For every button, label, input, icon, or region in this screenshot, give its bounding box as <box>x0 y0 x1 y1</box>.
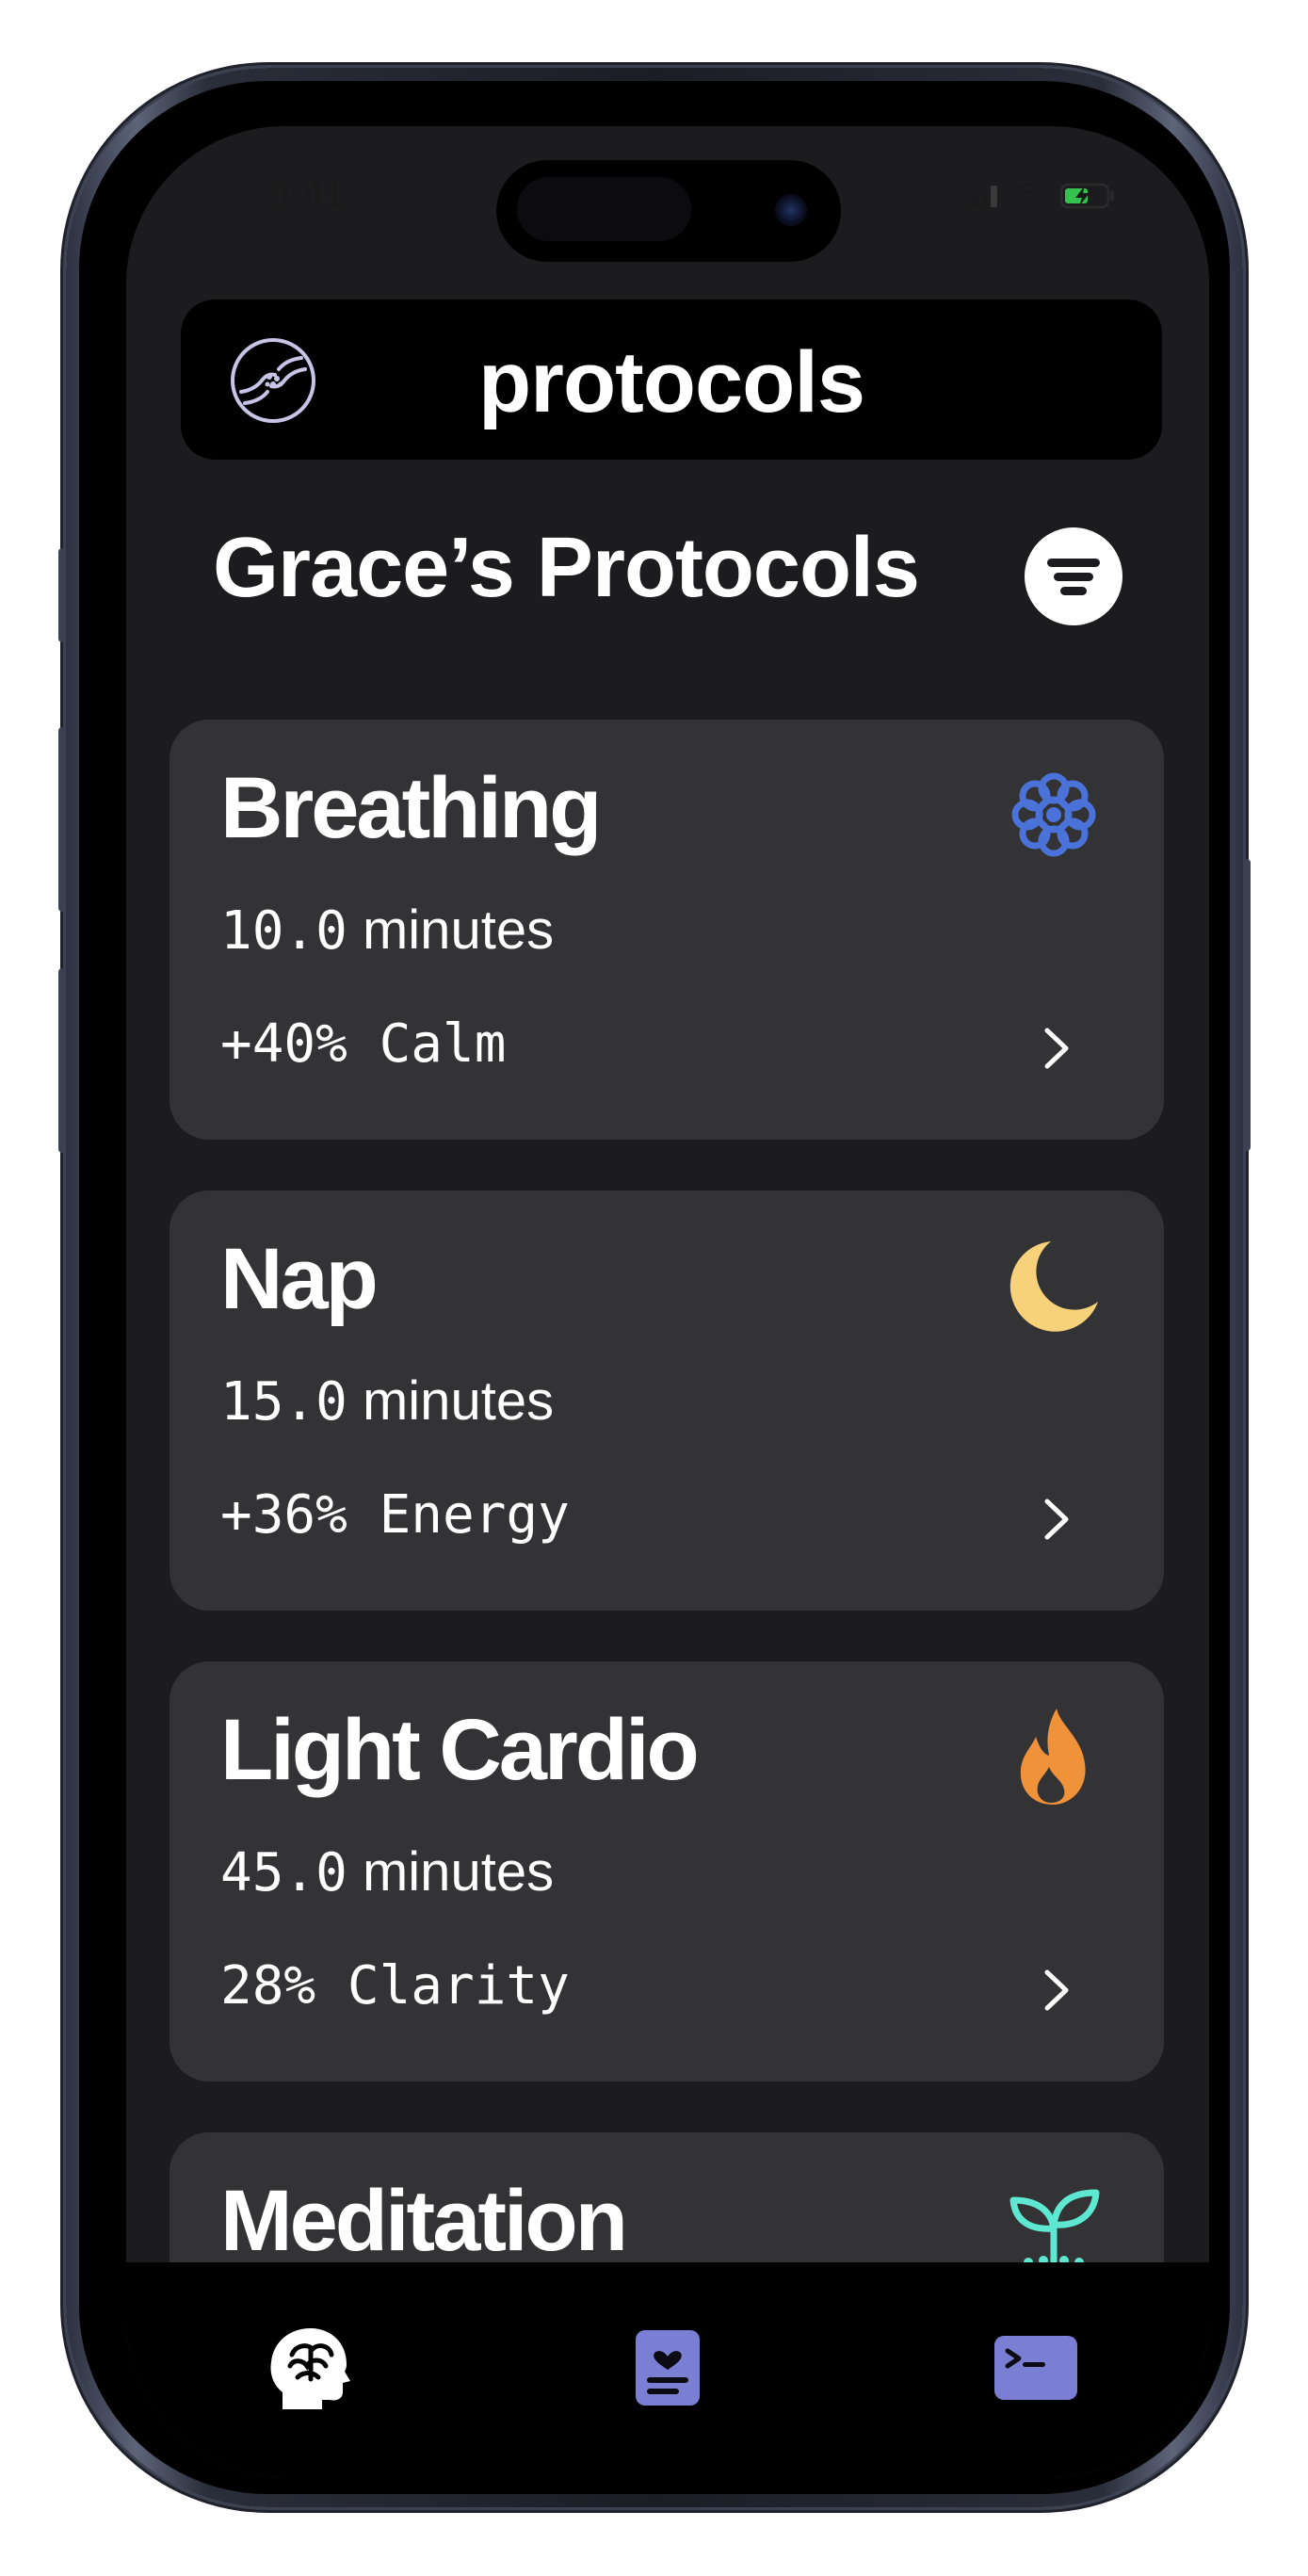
filter-button[interactable] <box>1025 527 1122 625</box>
protocol-name: Light Cardio <box>220 1702 700 1798</box>
protocol-effect: +40% Calm <box>220 1013 507 1075</box>
protocol-duration: 10.0 minutes <box>220 899 554 962</box>
protocol-duration: 15.0 minutes <box>220 1369 554 1433</box>
filter-lines-icon <box>1047 559 1100 567</box>
chevron-right-icon[interactable] <box>1038 1023 1075 1074</box>
screen: 9:41 protocols Grace’s Protocols Breathi… <box>126 126 1209 2477</box>
protocol-card-nap[interactable]: Nap 15.0 minutes +36% Energy <box>170 1191 1164 1611</box>
volume-down-button <box>58 968 66 1153</box>
protocol-name: Breathing <box>220 760 602 856</box>
journal-heart-icon[interactable] <box>624 2325 711 2411</box>
moon-icon <box>1009 1241 1098 1332</box>
chevron-right-icon[interactable] <box>1038 1494 1075 1545</box>
terminal-icon[interactable] <box>989 2325 1083 2411</box>
duration-value: 15.0 <box>220 1371 347 1433</box>
duration-unit: minutes <box>362 899 555 961</box>
protocol-effect: 28% Clarity <box>220 1955 570 2017</box>
power-button <box>1243 859 1251 1151</box>
dynamic-island <box>496 160 841 262</box>
protocol-card-breathing[interactable]: Breathing 10.0 minutes +40% Calm <box>170 720 1164 1140</box>
page-title: Grace’s Protocols <box>213 521 920 615</box>
volume-up-button <box>58 727 66 912</box>
protocol-name: Nap <box>220 1231 379 1327</box>
flower-icon <box>1011 772 1096 857</box>
bezel: 9:41 protocols Grace’s Protocols Breathi… <box>79 81 1230 2494</box>
protocol-effect: +36% Energy <box>220 1484 570 1546</box>
protocol-duration: 45.0 minutes <box>220 1840 554 1904</box>
protocol-name: Meditation <box>220 2173 628 2269</box>
brain-head-icon[interactable] <box>266 2325 352 2411</box>
status-icons <box>962 183 1117 209</box>
cellular-signal-icon <box>962 186 997 207</box>
chevron-right-icon[interactable] <box>1038 1965 1075 2016</box>
status-time: 9:41 <box>269 175 346 215</box>
app-header: protocols <box>181 300 1162 460</box>
tab-bar <box>126 2262 1209 2477</box>
protocol-card-light-cardio[interactable]: Light Cardio 45.0 minutes 28% Clarity <box>170 1661 1164 2082</box>
phone-frame: 9:41 protocols Grace’s Protocols Breathi… <box>58 68 1251 2507</box>
duration-value: 10.0 <box>220 900 347 962</box>
front-camera <box>775 194 807 226</box>
battery-charging-icon <box>1060 183 1114 209</box>
island-sensor <box>517 177 691 241</box>
action-button <box>58 548 66 642</box>
duration-value: 45.0 <box>220 1842 347 1904</box>
duration-unit: minutes <box>362 1370 555 1432</box>
app-title: protocols <box>477 334 865 430</box>
wifi-icon <box>1014 184 1046 206</box>
duration-unit: minutes <box>362 1841 555 1903</box>
flame-icon <box>1020 1709 1086 1805</box>
